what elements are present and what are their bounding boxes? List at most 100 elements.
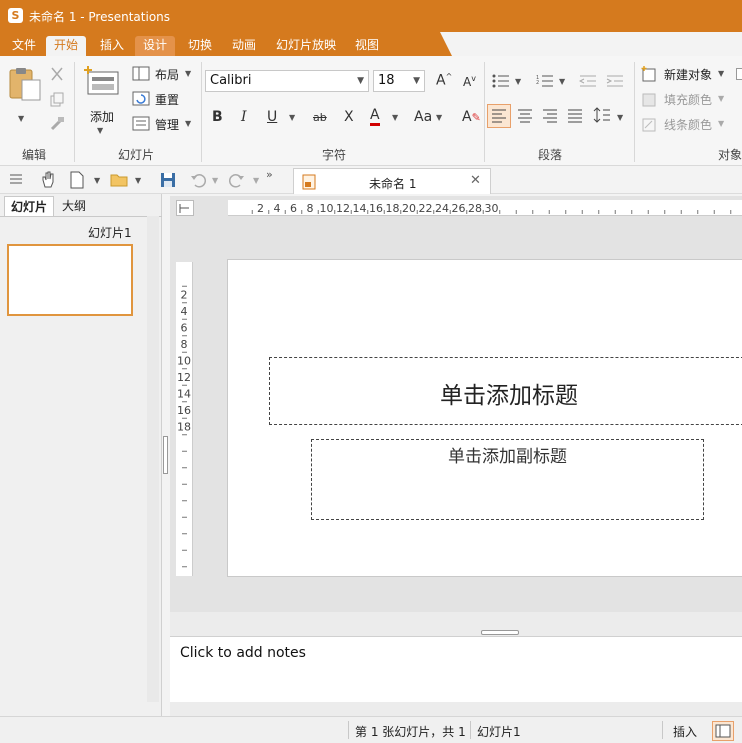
- tab-outline[interactable]: 大纲: [56, 196, 92, 216]
- shrink-font-icon[interactable]: Av: [463, 74, 476, 89]
- font-name-combo[interactable]: Calibri ▼: [205, 70, 369, 92]
- tab-animation[interactable]: 动画: [224, 36, 264, 56]
- layout-button[interactable]: 布局: [155, 66, 179, 83]
- tab-view[interactable]: 视图: [347, 36, 387, 56]
- vertical-ruler[interactable]: 2 4 6 8 10 12 14 16 18: [176, 262, 193, 576]
- tab-insert[interactable]: 插入: [92, 36, 132, 56]
- numbering-icon[interactable]: 12: [536, 74, 554, 88]
- bullets-icon[interactable]: [492, 74, 510, 88]
- tab-transitions[interactable]: 切换: [180, 36, 220, 56]
- group-label-edit: 编辑: [22, 148, 47, 162]
- hand-tool-icon[interactable]: [40, 171, 56, 189]
- clear-format-icon[interactable]: X: [344, 109, 354, 125]
- group-label-object: 对象: [718, 148, 742, 162]
- object-more-icon[interactable]: [736, 68, 742, 80]
- notes-pane[interactable]: Click to add notes: [170, 636, 742, 702]
- change-case-dropdown-icon[interactable]: ▼: [436, 113, 442, 122]
- undo-dropdown-icon[interactable]: ▼: [212, 176, 218, 185]
- italic-icon[interactable]: I: [241, 109, 247, 125]
- strikethrough-icon[interactable]: ab: [313, 111, 327, 124]
- decrease-indent-icon[interactable]: [579, 74, 597, 88]
- layout-dropdown-icon[interactable]: ▼: [185, 69, 191, 78]
- justify-icon[interactable]: [567, 109, 583, 123]
- ruler-label: 8: [307, 202, 314, 215]
- tab-slides[interactable]: 幻灯片: [4, 196, 55, 216]
- redo-icon[interactable]: [229, 172, 245, 188]
- tab-home[interactable]: 开始: [46, 36, 87, 56]
- horizontal-ruler[interactable]: 2 4 6 8 10 12 14 16 18 20 22 24 26 28 30: [228, 200, 742, 216]
- align-center-icon[interactable]: [517, 109, 533, 123]
- close-tab-icon[interactable]: ✕: [470, 173, 481, 188]
- fill-color-dropdown-icon[interactable]: ▼: [718, 94, 724, 103]
- add-slide-icon[interactable]: [84, 66, 120, 96]
- undo-icon[interactable]: [190, 172, 206, 188]
- reset-icon[interactable]: [132, 91, 150, 107]
- line-color-icon[interactable]: [641, 117, 657, 133]
- ruler-label: 28: [468, 202, 482, 215]
- panel-scrollbar[interactable]: [147, 216, 159, 702]
- save-icon[interactable]: [160, 172, 176, 188]
- font-color-dropdown-icon[interactable]: ▼: [392, 113, 398, 122]
- line-spacing-dropdown-icon[interactable]: ▼: [617, 113, 623, 122]
- ruler-label: 10: [177, 355, 191, 368]
- paste-icon[interactable]: [8, 66, 42, 102]
- document-tab[interactable]: 未命名 1 ✕: [293, 168, 491, 194]
- status-insert-mode[interactable]: 插入: [673, 723, 697, 740]
- notes-scrollbar[interactable]: [170, 702, 742, 716]
- add-slide-button[interactable]: 添加: [90, 108, 114, 125]
- manage-icon[interactable]: [132, 116, 150, 132]
- manage-button[interactable]: 管理: [155, 116, 179, 133]
- tab-stop-selector[interactable]: [176, 200, 194, 216]
- normal-view-button[interactable]: [712, 721, 734, 741]
- notes-splitter[interactable]: [170, 612, 742, 636]
- overflow-chevron-icon[interactable]: »: [266, 168, 273, 181]
- numbering-dropdown-icon[interactable]: ▼: [559, 77, 565, 86]
- fill-color-icon[interactable]: [641, 92, 657, 108]
- new-object-dropdown-icon[interactable]: ▼: [718, 69, 724, 78]
- open-folder-icon[interactable]: [110, 172, 130, 188]
- fill-color-button[interactable]: 填充颜色: [664, 91, 712, 108]
- text-effects-icon[interactable]: A✎: [462, 109, 481, 125]
- line-color-button[interactable]: 线条颜色: [664, 116, 712, 133]
- chevron-down-icon: ▼: [357, 76, 364, 86]
- underline-icon[interactable]: U: [267, 109, 277, 125]
- status-slide-info: 第 1 张幻灯片，共 1: [355, 725, 466, 739]
- line-spacing-icon[interactable]: [593, 107, 611, 123]
- new-object-icon[interactable]: [641, 66, 657, 82]
- font-color-icon[interactable]: A: [370, 108, 380, 126]
- paste-dropdown-icon[interactable]: ▼: [18, 114, 24, 123]
- open-folder-dropdown-icon[interactable]: ▼: [135, 176, 141, 185]
- layout-icon[interactable]: [132, 66, 150, 82]
- subtitle-placeholder[interactable]: 单击添加副标题: [311, 439, 704, 520]
- ruler-label: 24: [435, 202, 449, 215]
- redo-dropdown-icon[interactable]: ▼: [253, 176, 259, 185]
- new-document-dropdown-icon[interactable]: ▼: [94, 176, 100, 185]
- notes-resize-handle[interactable]: [481, 630, 519, 635]
- tab-design[interactable]: 设计: [135, 36, 176, 56]
- align-right-icon[interactable]: [542, 109, 558, 123]
- font-size-combo[interactable]: 18 ▼: [373, 70, 425, 92]
- underline-dropdown-icon[interactable]: ▼: [289, 113, 295, 122]
- copy-icon[interactable]: [49, 92, 65, 108]
- reset-button[interactable]: 重置: [155, 91, 179, 108]
- grow-font-icon[interactable]: A^: [436, 72, 452, 89]
- menu-lines-icon[interactable]: [9, 173, 23, 187]
- bold-icon[interactable]: B: [212, 109, 223, 125]
- new-document-icon[interactable]: [70, 171, 84, 189]
- line-color-dropdown-icon[interactable]: ▼: [718, 119, 724, 128]
- change-case-icon[interactable]: Aa: [414, 109, 432, 125]
- manage-dropdown-icon[interactable]: ▼: [185, 119, 191, 128]
- new-object-button[interactable]: 新建对象: [664, 66, 712, 83]
- increase-indent-icon[interactable]: [606, 74, 624, 88]
- bullets-dropdown-icon[interactable]: ▼: [515, 77, 521, 86]
- group-label-slides: 幻灯片: [118, 148, 155, 162]
- cut-icon[interactable]: [49, 66, 65, 82]
- slide-thumbnail[interactable]: [7, 244, 133, 316]
- tab-slideshow[interactable]: 幻灯片放映: [268, 36, 344, 56]
- panel-resize-handle[interactable]: [163, 436, 168, 474]
- format-painter-icon[interactable]: [49, 116, 65, 132]
- title-placeholder[interactable]: 单击添加标题: [269, 357, 742, 425]
- ruler-label: 18: [177, 421, 191, 434]
- add-slide-dropdown-icon[interactable]: ▼: [97, 126, 103, 135]
- tab-file[interactable]: 文件: [4, 36, 44, 56]
